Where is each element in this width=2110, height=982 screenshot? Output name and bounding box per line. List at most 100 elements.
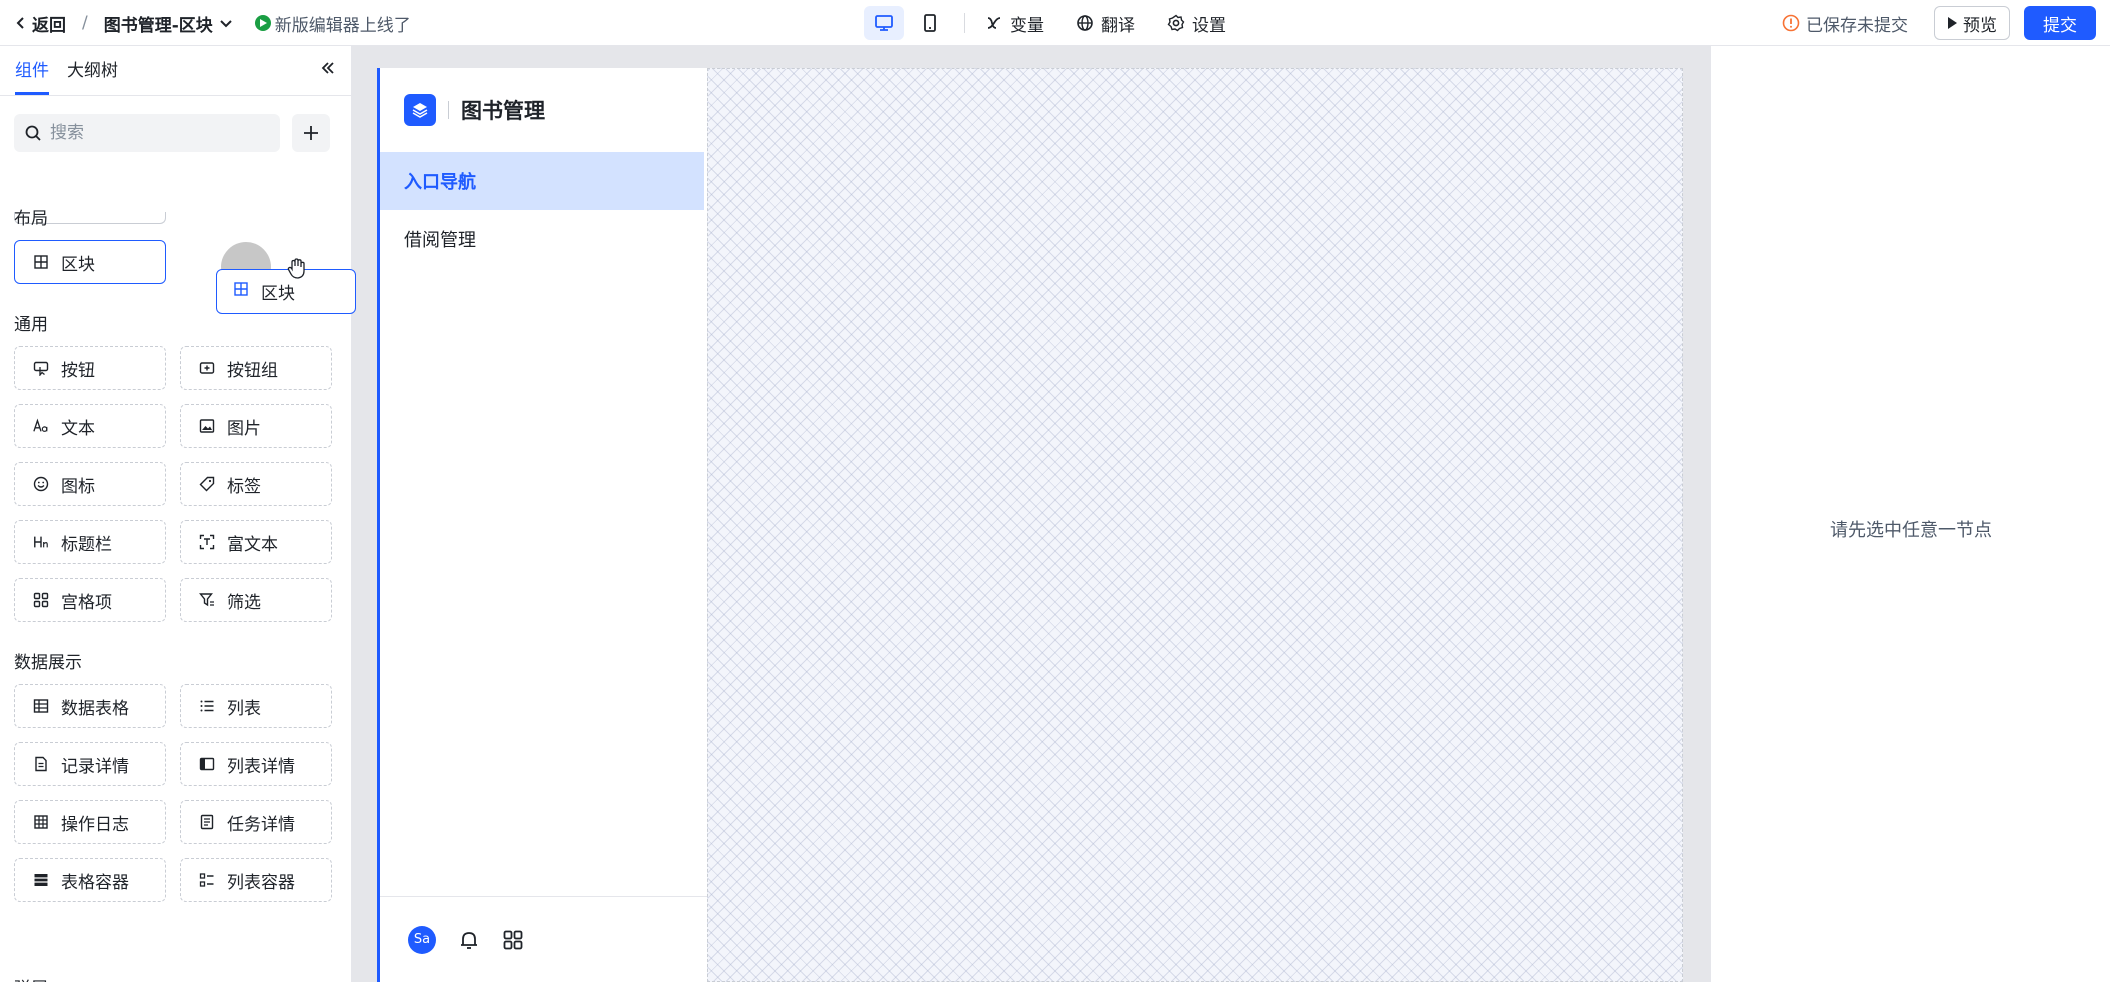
component-tag[interactable]: 标签 <box>180 462 332 506</box>
settings-button[interactable]: 设置 <box>1167 11 1226 36</box>
app-header: 图书管理 <box>380 68 707 152</box>
back-button[interactable]: 返回 <box>14 11 66 36</box>
grab-hand-cursor-icon <box>287 258 305 279</box>
sidebar-footer: Sa <box>380 896 707 982</box>
page-name-dropdown[interactable]: 图书管理-区块 <box>104 11 233 36</box>
search-input[interactable] <box>50 123 250 143</box>
smiley-icon <box>33 476 49 492</box>
document-icon <box>33 756 49 772</box>
layers-logo-icon <box>404 94 436 126</box>
section-title-data-display: 数据展示 <box>14 653 82 673</box>
component-label: 表格容器 <box>61 872 129 893</box>
logo-divider <box>448 101 449 119</box>
log-grid-icon <box>33 814 49 830</box>
component-label: 标签 <box>227 476 261 497</box>
news-link[interactable]: 新版编辑器上线了 <box>254 11 411 36</box>
component-block[interactable]: 区块 <box>14 240 166 284</box>
top-bar-right: 已保存未提交 预览 提交 <box>1782 0 2096 46</box>
app-sidebar: 图书管理 入口导航 借阅管理 Sa <box>377 68 707 982</box>
list-container-icon <box>199 872 215 888</box>
component-image[interactable]: 图片 <box>180 404 332 448</box>
tab-components[interactable]: 组件 <box>15 56 49 95</box>
double-chevron-left-icon <box>321 62 334 74</box>
content-drop-area[interactable] <box>707 68 1683 982</box>
drag-ghost-label: 区块 <box>261 284 295 304</box>
split-panel-icon <box>199 756 215 772</box>
gear-icon <box>1167 14 1185 32</box>
settings-label: 设置 <box>1192 15 1226 36</box>
image-icon <box>199 418 215 434</box>
button-group-icon <box>199 360 215 376</box>
preview-button[interactable]: 预览 <box>1934 6 2010 40</box>
component-filter[interactable]: 筛选 <box>180 578 332 622</box>
component-text[interactable]: 文本 <box>14 404 166 448</box>
search-icon <box>25 125 41 141</box>
apps-grid-icon[interactable] <box>502 929 524 951</box>
component-operation-log[interactable]: 操作日志 <box>14 800 166 844</box>
component-rich-text[interactable]: 富文本 <box>180 520 332 564</box>
properties-panel: 请先选中任意一节点 <box>1710 46 2110 982</box>
component-list-container[interactable]: 列表容器 <box>180 858 332 902</box>
mobile-view-button[interactable] <box>910 6 950 40</box>
submit-button[interactable]: 提交 <box>2024 6 2096 40</box>
component-list-detail[interactable]: 列表详情 <box>180 742 332 786</box>
app-title: 图书管理 <box>461 99 545 123</box>
tab-outline-tree[interactable]: 大纲树 <box>67 56 118 95</box>
bell-icon[interactable] <box>458 929 480 951</box>
panel-tabs: 组件 大纲树 <box>0 46 351 96</box>
component-data-table[interactable]: 数据表格 <box>14 684 166 728</box>
component-label: 任务详情 <box>227 814 295 835</box>
component-label: 按钮 <box>61 360 95 381</box>
component-label: 图标 <box>61 476 95 497</box>
component-label: 富文本 <box>227 534 278 555</box>
component-label: 列表详情 <box>227 756 295 777</box>
chevron-down-icon <box>220 20 232 28</box>
avatar[interactable]: Sa <box>408 925 436 954</box>
phone-icon <box>924 14 936 32</box>
component-title-bar[interactable]: 标题栏 <box>14 520 166 564</box>
play-icon <box>254 15 271 31</box>
translate-label: 翻译 <box>1101 15 1135 36</box>
task-icon <box>199 814 215 830</box>
translate-button[interactable]: 翻译 <box>1076 11 1135 36</box>
component-button-group[interactable]: 按钮组 <box>180 346 332 390</box>
news-text: 新版编辑器上线了 <box>274 15 411 36</box>
component-label: 文本 <box>61 418 95 439</box>
grid-block-icon <box>33 254 49 270</box>
component-label: 数据表格 <box>61 698 129 719</box>
list-icon <box>199 698 215 714</box>
component-button[interactable]: 按钮 <box>14 346 166 390</box>
top-bar-left: 返回 / 图书管理-区块 新版编辑器上线了 <box>14 0 411 46</box>
nav-item-borrow[interactable]: 借阅管理 <box>380 210 704 268</box>
component-search <box>14 114 280 152</box>
heading-icon <box>33 534 49 550</box>
variable-button[interactable]: 变量 <box>985 11 1044 36</box>
component-record-detail[interactable]: 记录详情 <box>14 742 166 786</box>
component-icon[interactable]: 图标 <box>14 462 166 506</box>
save-status: 已保存未提交 <box>1782 11 1908 36</box>
variable-label: 变量 <box>1010 15 1044 36</box>
component-task-detail[interactable]: 任务详情 <box>180 800 332 844</box>
component-label: 筛选 <box>227 592 261 613</box>
text-icon <box>33 418 49 434</box>
warning-icon <box>1782 14 1800 32</box>
component-list[interactable]: 列表 <box>180 684 332 728</box>
component-table-container[interactable]: 表格容器 <box>14 858 166 902</box>
button-cursor-icon <box>33 360 49 376</box>
top-bar: 返回 / 图书管理-区块 新版编辑器上线了 变量 翻译 设置 已保存未提交 预览… <box>0 0 2110 46</box>
plus-icon <box>304 126 318 140</box>
monitor-icon <box>875 15 893 31</box>
desktop-view-button[interactable] <box>864 6 904 40</box>
nav-item-entry[interactable]: 入口导航 <box>380 152 704 210</box>
add-component-button[interactable] <box>292 114 330 152</box>
grid-block-icon <box>233 281 249 302</box>
table-icon <box>33 698 49 714</box>
component-label: 宫格项 <box>61 592 112 613</box>
component-label: 图片 <box>227 418 261 439</box>
page-name: 图书管理-区块 <box>103 15 213 36</box>
component-label: 标题栏 <box>61 534 112 555</box>
collapse-panel-button[interactable] <box>319 59 337 82</box>
component-grid-item[interactable]: 宫格项 <box>14 578 166 622</box>
table-container-icon <box>33 872 49 888</box>
component-label: 区块 <box>61 254 95 275</box>
